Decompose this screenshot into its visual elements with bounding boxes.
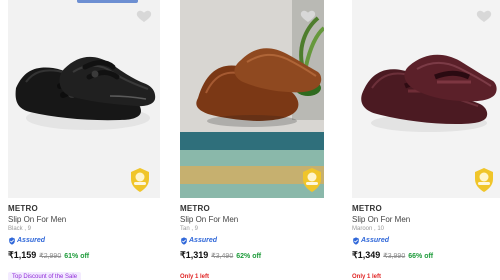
product-title[interactable]: Slip On For Men: [352, 215, 410, 224]
footer-note: Only 1 left: [180, 265, 209, 280]
footer-note: Top Discount of the Sale: [8, 265, 82, 280]
assured-icon: [9, 237, 15, 245]
mrp-price: ₹3,490: [211, 253, 234, 260]
product-card[interactable]: METRO Slip On For Men Tan , 9 Assured ₹1…: [172, 0, 330, 280]
mrp-price: ₹3,990: [383, 253, 406, 260]
heart-icon[interactable]: [300, 8, 316, 24]
brand-name: METRO: [8, 204, 38, 213]
stock-warning: Only 1 left: [352, 274, 382, 280]
product-title[interactable]: Slip On For Men: [8, 215, 66, 224]
mrp-price: ₹2,990: [39, 253, 62, 260]
product-meta: Maroon , 10: [352, 226, 385, 232]
brand-assurance-icon: [303, 168, 321, 192]
discount-label: 62% off: [236, 253, 262, 260]
heart-icon[interactable]: [136, 8, 152, 24]
assured-label: Assured: [17, 237, 46, 244]
price-row: ₹1,319 ₹3,490 62% off: [180, 250, 261, 261]
product-card[interactable]: METRO Slip On For Men Maroon , 10 Assure…: [344, 0, 500, 280]
sale-price: ₹1,319: [180, 250, 209, 260]
assured-icon: [181, 237, 187, 245]
product-image[interactable]: [352, 0, 500, 198]
heart-icon[interactable]: [476, 8, 492, 24]
product-image[interactable]: [180, 0, 324, 198]
sale-price: ₹1,349: [352, 250, 381, 260]
discount-label: 66% off: [408, 253, 434, 260]
assured-label: Assured: [189, 237, 218, 244]
product-title[interactable]: Slip On For Men: [180, 215, 238, 224]
brand-assurance-icon: [131, 168, 149, 192]
assured-label: Assured: [361, 237, 390, 244]
stock-warning: Only 1 left: [180, 274, 210, 280]
assured-icon: [353, 237, 359, 245]
product-image[interactable]: [8, 0, 160, 198]
sale-price: ₹1,159: [8, 250, 37, 260]
assured-badge: Assured: [180, 237, 217, 245]
price-row: ₹1,349 ₹3,990 66% off: [352, 250, 433, 261]
brand-name: METRO: [352, 204, 382, 213]
discount-label: 61% off: [64, 253, 90, 260]
brand-assurance-icon: [475, 168, 493, 192]
promo-chip: Top Discount of the Sale: [8, 272, 82, 280]
brand-name: METRO: [180, 204, 210, 213]
product-meta: Black , 9: [8, 226, 32, 232]
top-accent-bar: [77, 0, 138, 3]
assured-badge: Assured: [8, 237, 45, 245]
price-row: ₹1,159 ₹2,990 61% off: [8, 250, 89, 261]
product-grid: METRO Slip On For Men Black , 9 Assured …: [0, 0, 500, 280]
product-card[interactable]: METRO Slip On For Men Black , 9 Assured …: [0, 0, 166, 280]
assured-badge: Assured: [352, 237, 389, 245]
product-meta: Tan , 9: [180, 226, 199, 232]
footer-note: Only 1 left: [352, 265, 381, 280]
